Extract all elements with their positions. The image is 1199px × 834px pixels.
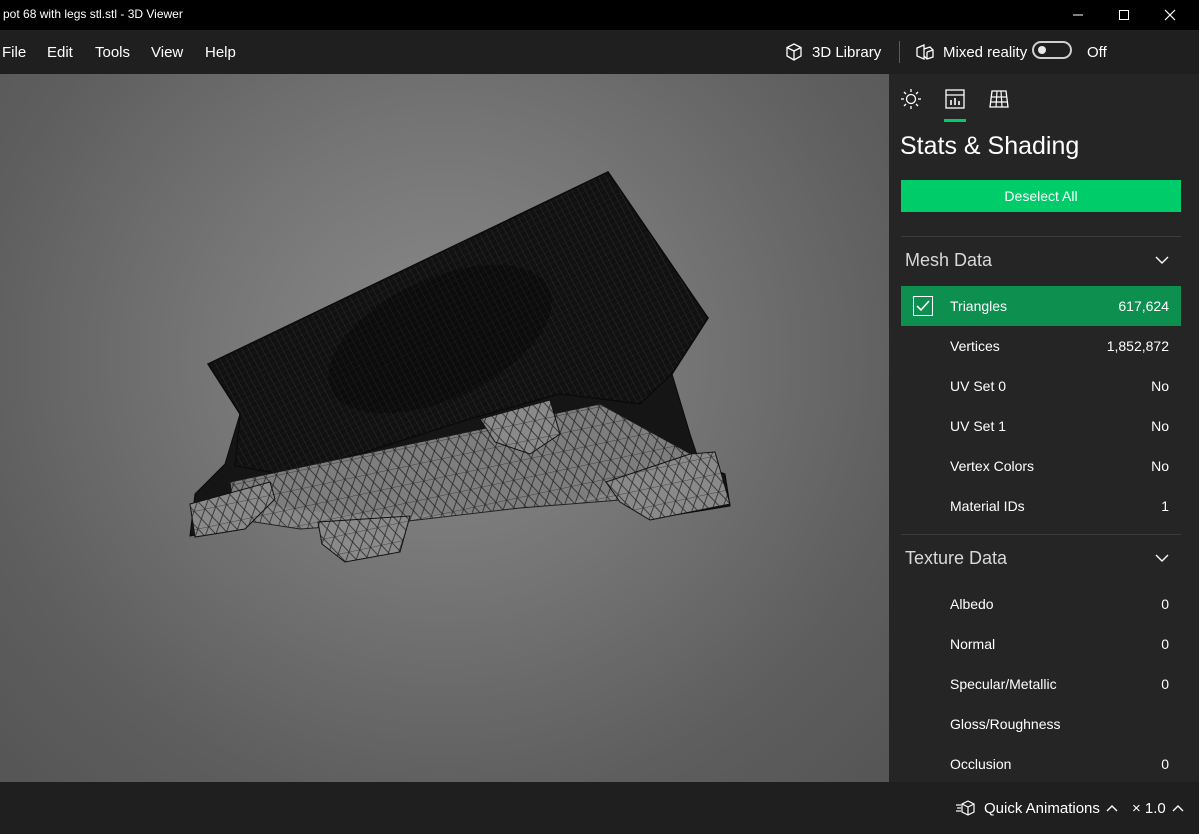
speed-label: × 1.0	[1132, 799, 1166, 817]
menu-edit[interactable]: Edit	[47, 44, 73, 61]
texture-row-albedo[interactable]: Albedo 0	[901, 584, 1181, 624]
maximize-button[interactable]	[1101, 0, 1147, 30]
mesh-row-vertices[interactable]: Vertices 1,852,872	[901, 326, 1181, 366]
row-label: UV Set 0	[950, 378, 1007, 394]
chevron-up-icon	[1172, 805, 1184, 812]
deselect-all-button[interactable]: Deselect All	[901, 180, 1181, 212]
quick-animations-label: Quick Animations	[984, 799, 1100, 817]
menu-view[interactable]: View	[151, 44, 183, 61]
maximize-icon	[1119, 10, 1129, 20]
texture-row-specular-metallic[interactable]: Specular/Metallic 0	[901, 664, 1181, 704]
title-bar: pot 68 with legs stl.stl - 3D Viewer	[0, 0, 1199, 30]
mesh-data-header[interactable]: Mesh Data	[901, 244, 1181, 278]
chevron-down-icon	[1155, 554, 1169, 562]
active-tab-indicator	[944, 119, 966, 122]
animation-speed-button[interactable]: × 1.0	[1132, 798, 1184, 818]
sun-icon	[901, 89, 921, 109]
row-label: Gloss/Roughness	[950, 716, 1061, 732]
mixed-reality-state: Off	[1087, 44, 1107, 61]
window-title: pot 68 with legs stl.stl - 3D Viewer	[3, 7, 183, 21]
quick-animations-button[interactable]: Quick Animations	[956, 798, 1127, 818]
chevron-down-icon	[1155, 256, 1169, 264]
mesh-row-triangles[interactable]: Triangles 617,624	[901, 286, 1181, 326]
row-value: 0	[1161, 596, 1169, 612]
stats-icon	[945, 89, 965, 109]
row-label: Occlusion	[950, 756, 1012, 772]
row-value: 617,624	[1118, 298, 1169, 314]
row-label: Albedo	[950, 596, 994, 612]
row-value: 1,852,872	[1106, 338, 1169, 354]
row-label: UV Set 1	[950, 418, 1007, 434]
close-button[interactable]	[1147, 0, 1193, 30]
menu-bar: File Edit Tools View Help 3D Library Mix…	[0, 30, 1199, 74]
row-value: 1	[1161, 498, 1169, 514]
mesh-leg-front	[317, 515, 411, 563]
row-value: 0	[1161, 756, 1169, 772]
checkmark-icon	[916, 300, 930, 312]
animation-cube-icon	[956, 800, 975, 816]
bottom-bar: Quick Animations × 1.0	[0, 782, 1199, 834]
texture-row-normal[interactable]: Normal 0	[901, 624, 1181, 664]
menu-file[interactable]: File	[2, 44, 26, 61]
chevron-up-icon	[1106, 805, 1118, 812]
mesh-row-material-ids[interactable]: Material IDs 1	[901, 486, 1181, 526]
row-label: Vertex Colors	[950, 458, 1035, 474]
mesh-row-vertex-colors[interactable]: Vertex Colors No	[901, 446, 1181, 486]
close-icon	[1164, 9, 1176, 21]
mixed-reality-button[interactable]: Mixed reality	[915, 41, 1027, 63]
row-label: Vertices	[950, 338, 1000, 354]
mixed-reality-toggle[interactable]	[1032, 41, 1072, 59]
mesh-row-uv-set-0[interactable]: UV Set 0 No	[901, 366, 1181, 406]
mesh-row-uv-set-1[interactable]: UV Set 1 No	[901, 406, 1181, 446]
3d-library-button[interactable]: 3D Library	[784, 41, 881, 63]
toggle-knob	[1038, 46, 1046, 54]
divider	[901, 534, 1181, 535]
mixed-reality-icon	[916, 44, 934, 60]
tab-lighting[interactable]	[898, 88, 924, 110]
row-label: Triangles	[950, 298, 1008, 314]
menu-tools[interactable]: Tools	[95, 44, 130, 61]
3d-library-label: 3D Library	[812, 43, 882, 61]
row-value: 0	[1161, 676, 1169, 692]
divider	[901, 236, 1181, 237]
texture-row-occlusion[interactable]: Occlusion 0	[901, 744, 1181, 782]
row-value: No	[1151, 418, 1169, 434]
checkbox[interactable]	[913, 296, 933, 316]
minimize-icon	[1073, 14, 1083, 16]
toolbar-separator	[899, 41, 900, 63]
mesh-data-label: Mesh Data	[905, 250, 993, 270]
grid-icon	[989, 90, 1009, 108]
cube-icon	[786, 43, 802, 61]
stats-panel: Stats & Shading Deselect All Mesh Data T…	[889, 74, 1199, 782]
minimize-button[interactable]	[1055, 0, 1101, 30]
tab-stats[interactable]	[942, 88, 968, 110]
texture-data-header[interactable]: Texture Data	[901, 542, 1181, 576]
texture-data-label: Texture Data	[905, 548, 1008, 568]
mixed-reality-label: Mixed reality	[943, 43, 1028, 61]
row-label: Normal	[950, 636, 996, 652]
tab-grid[interactable]	[986, 88, 1012, 110]
row-value: No	[1151, 458, 1169, 474]
texture-row-gloss-roughness[interactable]: Gloss/Roughness	[901, 704, 1181, 744]
menu-help[interactable]: Help	[205, 44, 236, 61]
wireframe-model	[189, 171, 731, 563]
3d-viewport[interactable]	[0, 74, 889, 782]
row-label: Material IDs	[950, 498, 1025, 514]
row-value: 0	[1161, 636, 1169, 652]
row-label: Specular/Metallic	[950, 676, 1057, 692]
row-value: No	[1151, 378, 1169, 394]
panel-title: Stats & Shading	[900, 132, 1080, 160]
